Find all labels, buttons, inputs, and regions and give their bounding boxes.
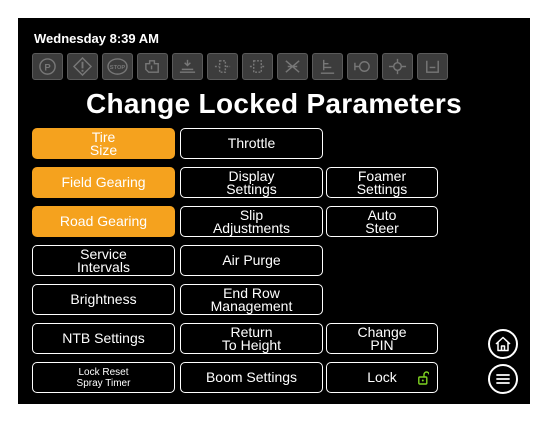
road-gearing-button[interactable]: Road Gearing	[32, 206, 175, 237]
fuel-filter-icon	[242, 53, 273, 80]
menu-button[interactable]	[488, 364, 518, 394]
spray-off-icon	[277, 53, 308, 80]
svg-text:STOP: STOP	[110, 65, 126, 71]
return-to-height-button[interactable]: Return To Height	[180, 323, 323, 354]
svg-text:P: P	[44, 62, 51, 73]
indicator-bar: P STOP	[32, 53, 522, 81]
display-settings-button[interactable]: Display Settings	[180, 167, 323, 198]
pump-icon	[382, 53, 413, 80]
slip-adjustments-button[interactable]: Slip Adjustments	[180, 206, 323, 237]
lock-button-label: Lock	[367, 369, 397, 385]
change-pin-button[interactable]: Change PIN	[326, 323, 438, 354]
field-gearing-button[interactable]: Field Gearing	[32, 167, 175, 198]
hamburger-menu-icon	[496, 374, 510, 384]
display-screen: Wednesday 8:39 AM P STOP Change Locked P…	[18, 18, 530, 404]
tire-size-button[interactable]: Tire Size	[32, 128, 175, 159]
lock-button[interactable]: Lock	[326, 362, 438, 393]
level-icon	[312, 53, 343, 80]
lock-reset-spray-timer-button[interactable]: Lock Reset Spray Timer	[32, 362, 175, 393]
parking-brake-icon: P	[32, 53, 63, 80]
home-icon	[495, 336, 511, 352]
ntb-settings-button[interactable]: NTB Settings	[32, 323, 175, 354]
clock-text: Wednesday 8:39 AM	[34, 31, 159, 46]
brightness-button[interactable]: Brightness	[32, 284, 175, 315]
home-button[interactable]	[488, 329, 518, 359]
tank-icon	[417, 53, 448, 80]
filter-icon	[207, 53, 238, 80]
end-row-management-button[interactable]: End Row Management	[180, 284, 323, 315]
page-title: Change Locked Parameters	[85, 88, 462, 119]
service-intervals-button[interactable]: Service Intervals	[32, 245, 175, 276]
auto-steer-button[interactable]: Auto Steer	[326, 206, 438, 237]
stop-icon: STOP	[102, 53, 133, 80]
spray-icon	[172, 53, 203, 80]
warning-icon	[67, 53, 98, 80]
air-purge-button[interactable]: Air Purge	[180, 245, 323, 276]
throttle-button[interactable]: Throttle	[180, 128, 323, 159]
foamer-settings-button[interactable]: Foamer Settings	[326, 167, 438, 198]
unlocked-padlock-icon	[418, 371, 429, 385]
engine-icon	[137, 53, 168, 80]
boom-settings-button[interactable]: Boom Settings	[180, 362, 323, 393]
transmission-icon	[347, 53, 378, 80]
